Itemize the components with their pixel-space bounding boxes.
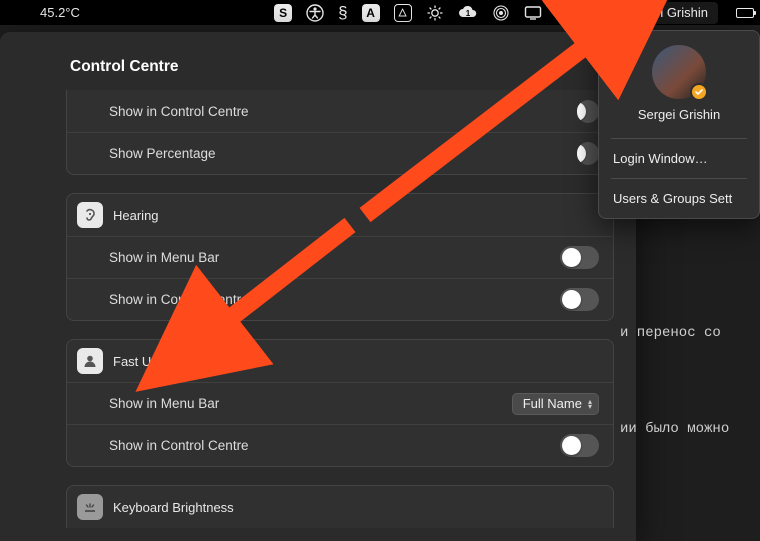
group-header-label: Fast User Switching: [113, 354, 229, 369]
settings-group-fast-user-switching: Fast User Switching Show in Menu Bar Ful…: [66, 339, 614, 467]
row-label: Show in Control Centre: [109, 292, 249, 307]
user-icon: [77, 348, 103, 374]
toggle-hearing-cc[interactable]: [560, 288, 599, 311]
bg-line: и перенос со: [620, 317, 760, 349]
row-label: Show in Menu Bar: [109, 396, 219, 411]
display-icon[interactable]: [524, 1, 542, 25]
row-fus-cc: Show in Control Centre: [67, 424, 613, 466]
bg-line: ии было можно: [620, 413, 760, 445]
system-settings-window: Control Centre Show in Control Centre Sh…: [0, 32, 636, 541]
user-menu-current[interactable]: Sergei Grishin: [599, 41, 759, 132]
brightness-icon[interactable]: [426, 1, 444, 25]
s-icon[interactable]: S: [274, 1, 292, 25]
popup-fus-menubar[interactable]: Full Name ▴▾: [512, 393, 599, 415]
accessibility-icon[interactable]: [306, 1, 324, 25]
cloud-sync-icon[interactable]: 1: [458, 1, 478, 25]
settings-group-keyboard-brightness: Keyboard Brightness: [66, 485, 614, 528]
background-editor-text: и перенос со ии было можно ьзуется для в…: [620, 253, 760, 541]
menubar-user-button[interactable]: Sergei Grishin: [616, 2, 718, 24]
settings-group-hearing: Hearing Show in Menu Bar Show in Control…: [66, 193, 614, 321]
volume-icon[interactable]: [556, 1, 574, 25]
row-hearing-menubar: Show in Menu Bar: [67, 236, 613, 278]
menu-item-users-groups[interactable]: Users & Groups Sett: [599, 185, 759, 212]
input-source-icon[interactable]: A: [362, 1, 380, 25]
row-show-percentage: Show Percentage: [67, 132, 613, 174]
row-label: Show Percentage: [109, 146, 216, 161]
user-menu-name: Sergei Grishin: [638, 107, 720, 122]
row-label: Show in Control Centre: [109, 438, 249, 453]
svg-text:1: 1: [465, 9, 470, 18]
chevron-updown-icon: ▴▾: [588, 399, 592, 409]
row-fus-menubar: Show in Menu Bar Full Name ▴▾: [67, 382, 613, 424]
user-menu-dropdown: Sergei Grishin Login Window… Users & Gro…: [598, 30, 760, 219]
checkmark-badge-icon: [690, 83, 708, 101]
menu-item-login-window[interactable]: Login Window…: [599, 145, 759, 172]
seahorse-icon[interactable]: §: [338, 1, 347, 25]
toggle-show-percentage[interactable]: [577, 142, 599, 165]
airdrop-icon[interactable]: [492, 1, 510, 25]
toggle-hearing-menubar[interactable]: [560, 246, 599, 269]
keyboard-brightness-icon: [77, 494, 103, 520]
popup-value: Full Name: [523, 396, 582, 411]
drive-icon[interactable]: △: [394, 1, 412, 25]
bluetooth-icon[interactable]: [588, 1, 600, 25]
group-header-fus: Fast User Switching: [67, 340, 613, 382]
avatar: [652, 45, 706, 99]
toggle-show-in-cc[interactable]: [577, 100, 599, 123]
group-header-label: Keyboard Brightness: [113, 500, 234, 515]
menubar-username: Sergei Grishin: [626, 5, 708, 20]
menu-separator: [611, 138, 747, 139]
page-title: Control Centre: [28, 32, 636, 90]
row-label: Show in Control Centre: [109, 104, 249, 119]
ear-icon: [77, 202, 103, 228]
row-hearing-cc: Show in Control Centre: [67, 278, 613, 320]
group-header-hearing: Hearing: [67, 194, 613, 236]
settings-group-partial: Show in Control Centre Show Percentage: [66, 90, 614, 175]
menubar-temperature[interactable]: 45.2°C: [40, 1, 80, 25]
row-label: Show in Menu Bar: [109, 250, 219, 265]
group-header-kb: Keyboard Brightness: [67, 486, 613, 528]
settings-content: Show in Control Centre Show Percentage H…: [66, 90, 614, 541]
group-header-label: Hearing: [113, 208, 159, 223]
battery-icon[interactable]: [732, 1, 754, 25]
menubar: 45.2°C S § A △ 1 Sergei Grishin: [0, 0, 760, 25]
menu-separator: [611, 178, 747, 179]
toggle-fus-cc[interactable]: [560, 434, 599, 457]
row-show-in-cc: Show in Control Centre: [67, 90, 613, 132]
